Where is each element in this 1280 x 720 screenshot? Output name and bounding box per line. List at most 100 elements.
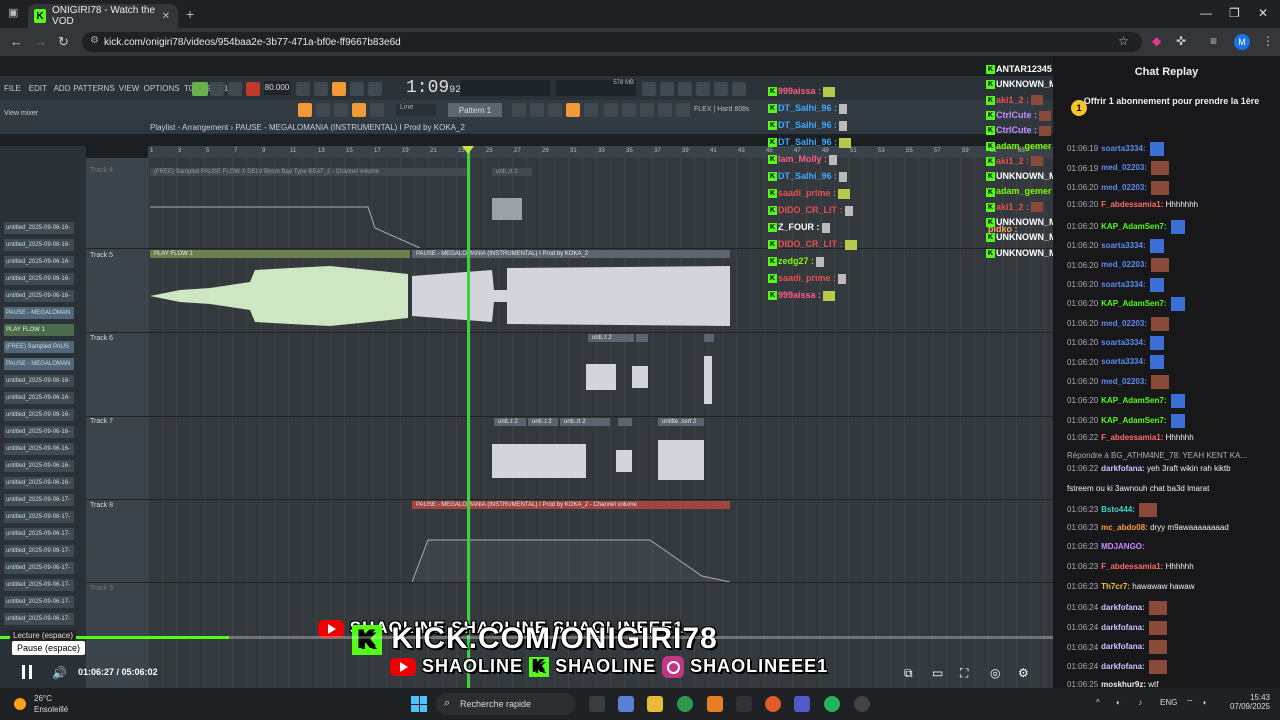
- pause-button[interactable]: [22, 665, 32, 679]
- chat-message[interactable]: 01:06:24 darkfofana:: [1067, 620, 1167, 635]
- copilot-icon[interactable]: [618, 696, 634, 712]
- chat-username[interactable]: F_abdessamia1:: [1101, 200, 1163, 209]
- chat-username[interactable]: Th7cr7:: [1101, 582, 1130, 591]
- extension-icon[interactable]: ◆: [1152, 34, 1161, 48]
- speed-icon[interactable]: ◎: [990, 666, 1000, 680]
- app-icon[interactable]: [765, 696, 781, 712]
- chat-message[interactable]: 01:06:22 darkfofana: yeh 3raft wikin rah …: [1067, 464, 1231, 473]
- theater-mode-icon[interactable]: ▭: [932, 666, 943, 680]
- chat-message[interactable]: 01:06:22 F_abdessamia1: Hhhhhh: [1067, 433, 1194, 442]
- chat-username[interactable]: med_02203:: [1101, 164, 1147, 173]
- chat-message[interactable]: 01:06:20 soarta3334:: [1067, 239, 1164, 253]
- extensions-puzzle-icon[interactable]: ✜: [1176, 34, 1186, 48]
- chat-message[interactable]: 01:06:23 mc_abdo08: dryy m9awaaaaaaaad: [1067, 523, 1229, 532]
- chat-username[interactable]: soarta3334:: [1101, 280, 1145, 289]
- chat-username[interactable]: KAP_AdamSen7:: [1101, 416, 1166, 425]
- chat-message[interactable]: 01:06:20 soarta3334:: [1067, 355, 1164, 370]
- language-indicator[interactable]: ENG: [1160, 698, 1177, 707]
- chrome-icon[interactable]: [677, 696, 693, 712]
- wifi-icon[interactable]: ⌔: [1186, 698, 1194, 708]
- chat-username[interactable]: med_02203:: [1101, 261, 1147, 270]
- chat-username[interactable]: soarta3334:: [1101, 358, 1145, 367]
- chat-message[interactable]: 01:06:20 med_02203:: [1067, 316, 1170, 331]
- chat-username[interactable]: med_02203:: [1101, 377, 1147, 386]
- chat-username[interactable]: soarta3334:: [1101, 338, 1145, 347]
- chat-message[interactable]: 01:06:19 soarta3334:: [1067, 142, 1164, 156]
- chat-message[interactable]: fstreem ou ki 3awnouh chat ba3d lmarat: [1067, 484, 1209, 493]
- task-view-icon[interactable]: [589, 696, 605, 712]
- speaker-icon[interactable]: ◖: [1202, 698, 1207, 707]
- chat-message[interactable]: 01:06:19 med_02203:: [1067, 161, 1170, 176]
- forward-icon[interactable]: →: [34, 34, 47, 49]
- chat-username[interactable]: F_abdessamia1:: [1101, 562, 1163, 571]
- gift-sub-offer[interactable]: Offrir 1 abonnement pour prendre la 1ère: [1069, 96, 1274, 128]
- profile-avatar[interactable]: M: [1234, 34, 1250, 50]
- chat-message[interactable]: 01:06:23 Bsto444:: [1067, 503, 1158, 518]
- chat-message[interactable]: 01:06:24 darkfofana:: [1067, 640, 1167, 655]
- chat-message[interactable]: 01:06:20 KAP_AdamSen7:: [1067, 413, 1185, 428]
- bookmark-star-icon[interactable]: ☆: [1118, 34, 1129, 48]
- video-player[interactable]: FILEEDITADDPATTERNSVIEWOPTIONSTOOLSHELP …: [0, 56, 1053, 688]
- new-tab-icon[interactable]: +: [186, 6, 194, 22]
- chat-username[interactable]: Bsto444:: [1101, 505, 1135, 514]
- tray-app-icon[interactable]: ◐: [1116, 698, 1121, 707]
- chat-message[interactable]: 01:06:20 F_abdessamia1: Hhhhhhh: [1067, 200, 1198, 209]
- chat-message[interactable]: 01:06:20 KAP_AdamSen7:: [1067, 297, 1185, 312]
- chat-username[interactable]: KAP_AdamSen7:: [1101, 396, 1166, 405]
- close-window-icon[interactable]: ✕: [1258, 6, 1268, 20]
- chat-message[interactable]: 01:06:24 darkfofana:: [1067, 601, 1167, 616]
- chat-username[interactable]: darkfofana:: [1101, 623, 1145, 632]
- site-info-icon[interactable]: ⚙: [90, 35, 99, 46]
- file-explorer-icon[interactable]: [647, 696, 663, 712]
- back-icon[interactable]: ←: [10, 34, 23, 49]
- spotify-icon[interactable]: [824, 696, 840, 712]
- video-progress-bar[interactable]: [0, 636, 1053, 639]
- chat-message[interactable]: 01:06:20 soarta3334:: [1067, 336, 1164, 350]
- chat-message[interactable]: 01:06:20 KAP_AdamSen7:: [1067, 394, 1185, 409]
- app-icon[interactable]: [707, 696, 723, 712]
- url-field[interactable]: ⚙ kick.com/onigiri78/videos/954baa2e-3b7…: [82, 32, 1142, 52]
- tray-chevron-icon[interactable]: ^: [1096, 698, 1100, 707]
- taskbar-search[interactable]: ⌕ Recherche rapide: [436, 693, 576, 715]
- chat-username[interactable]: F_abdessamia1:: [1101, 433, 1163, 442]
- chat-username[interactable]: soarta3334:: [1101, 144, 1145, 153]
- taskbar-clock[interactable]: 15:43 07/09/2025: [1220, 693, 1270, 711]
- fullscreen-icon[interactable]: ⛶: [960, 666, 968, 681]
- windows-start-icon[interactable]: [411, 696, 427, 712]
- tab-list-icon[interactable]: ▣: [8, 6, 18, 19]
- minimize-icon[interactable]: —: [1200, 6, 1212, 20]
- chat-message[interactable]: 01:06:20 med_02203:: [1067, 180, 1170, 195]
- chat-username[interactable]: soarta3334:: [1101, 241, 1145, 250]
- chat-message[interactable]: 01:06:20 soarta3334:: [1067, 277, 1164, 292]
- volume-icon[interactable]: 🔊: [52, 666, 67, 680]
- chat-username[interactable]: KAP_AdamSen7:: [1101, 299, 1166, 308]
- maximize-icon[interactable]: ❐: [1229, 6, 1240, 20]
- app-icon[interactable]: [736, 696, 752, 712]
- chat-username[interactable]: KAP_AdamSen7:: [1101, 222, 1166, 231]
- microphone-icon[interactable]: ♪: [1138, 698, 1142, 707]
- chat-message[interactable]: 01:06:20 med_02203:: [1067, 374, 1170, 389]
- chat-username[interactable]: mc_abdo08:: [1101, 523, 1148, 532]
- chat-username[interactable]: darkfofana:: [1101, 643, 1145, 652]
- reload-icon[interactable]: ↻: [58, 34, 69, 50]
- chat-username[interactable]: darkfofana:: [1101, 603, 1145, 612]
- media-control-icon[interactable]: ≡: [1210, 34, 1217, 48]
- chat-username[interactable]: darkfofana:: [1101, 464, 1145, 473]
- chat-username[interactable]: med_02203:: [1101, 319, 1147, 328]
- chat-message[interactable]: 01:06:24 darkfofana:: [1067, 660, 1167, 674]
- browser-tab[interactable]: K ONIGIRI78 - Watch the VOD ✕: [28, 4, 178, 28]
- chat-message[interactable]: 01:06:20 med_02203:: [1067, 258, 1170, 273]
- teams-icon[interactable]: [794, 696, 810, 712]
- chat-username[interactable]: med_02203:: [1101, 183, 1147, 192]
- close-tab-icon[interactable]: ✕: [162, 11, 170, 22]
- chat-message[interactable]: 01:06:23 MDJANGO:: [1067, 542, 1145, 551]
- settings-gear-icon[interactable]: ⚙: [1018, 666, 1029, 680]
- chat-username[interactable]: darkfofana:: [1101, 662, 1145, 671]
- app-icon[interactable]: [854, 696, 870, 712]
- chat-username[interactable]: MDJANGO:: [1101, 542, 1145, 551]
- menu-dots-icon[interactable]: ⋮: [1262, 34, 1274, 48]
- miniplayer-icon[interactable]: ⧉: [904, 666, 913, 681]
- weather-temp[interactable]: 26°C: [34, 694, 52, 703]
- chat-message[interactable]: 01:06:20 KAP_AdamSen7:: [1067, 219, 1185, 234]
- chat-message[interactable]: 01:06:23 Th7cr7: hawawaw hawaw: [1067, 582, 1195, 591]
